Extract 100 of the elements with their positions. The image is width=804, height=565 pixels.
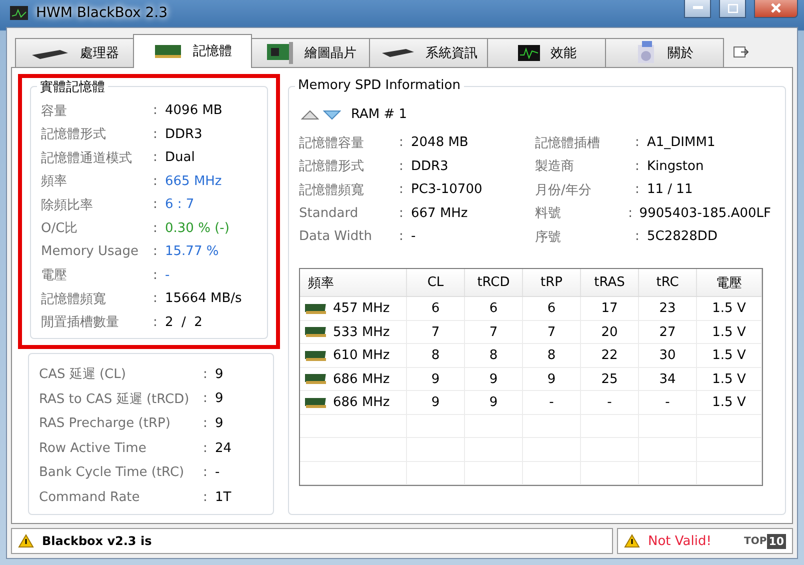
table-cell: 8 (523, 344, 581, 367)
colon: : (628, 206, 634, 221)
colon: : (399, 182, 404, 198)
field-label: Data Width (299, 229, 373, 244)
memory-module-icon (305, 350, 327, 362)
tab[interactable]: 處理器 (15, 38, 134, 68)
table-cell: 6 (465, 297, 523, 320)
table-cell: 23 (639, 297, 697, 320)
field-label: 製造商 (535, 158, 575, 176)
memory-module-icon (305, 396, 327, 409)
field-label: O/C比 (41, 220, 79, 238)
tab[interactable]: 關於 (605, 38, 724, 68)
colon: : (203, 416, 208, 432)
group-title: Memory SPD Information (295, 78, 464, 93)
group-title: 實體記憶體 (37, 78, 108, 96)
colon: : (635, 182, 640, 198)
field-value: 0.30 % (-) (165, 220, 230, 236)
table-cell: - (639, 391, 697, 414)
tab[interactable]: 記憶體 (133, 34, 252, 68)
table-cell: 22 (581, 344, 639, 367)
table-cell: 9 (407, 391, 465, 414)
table-cell: - (523, 391, 581, 414)
colon: : (635, 229, 640, 244)
field-label: 閒置插槽數量 (41, 314, 120, 332)
field-label: Command Rate (39, 490, 141, 506)
table-cell: 27 (639, 320, 697, 344)
field-label: 記憶體頻寬 (299, 182, 365, 199)
chip-icon (380, 46, 416, 59)
field-value: - (165, 268, 170, 283)
table-cell: 30 (639, 344, 697, 367)
colon: : (399, 135, 404, 150)
memory-module-icon (153, 43, 183, 60)
table-cell: 1.5 V (697, 391, 762, 414)
field-value: 667 MHz (411, 206, 468, 221)
field-label: 料號 (535, 205, 562, 222)
field-label: RAS to CAS 延遲 (tRCD) (39, 390, 190, 408)
table-cell: 686 MHz (333, 372, 390, 387)
table-cell: 7 (407, 320, 465, 344)
field-label: Row Active Time (39, 440, 148, 456)
next-icon[interactable] (323, 110, 341, 120)
table-cell: 8 (407, 344, 465, 367)
tab[interactable]: 系統資訊 (369, 38, 488, 68)
close-button[interactable] (754, 0, 798, 18)
colon: : (153, 244, 158, 260)
validity-status: Not Valid! (648, 534, 712, 548)
column-header: tRAS (581, 269, 639, 296)
field-value: Dual (165, 150, 195, 166)
field-value: 6 : 7 (165, 197, 194, 212)
status-message: Blackbox v2.3 is (42, 534, 152, 548)
memory-module-icon (305, 326, 327, 338)
colon: : (153, 150, 158, 166)
previous-icon[interactable] (301, 110, 319, 120)
field-value: 2048 MB (411, 135, 468, 150)
close-icon (771, 3, 781, 14)
field-value: 4096 MB (165, 103, 222, 118)
field-value: - (411, 229, 416, 244)
field-value: PC3-10700 (411, 182, 482, 198)
column-header: tRCD (465, 269, 523, 296)
column-header: tRP (523, 269, 581, 296)
table-cell: 1.5 V (697, 320, 762, 344)
field-label: 記憶體容量 (299, 134, 365, 152)
field-value: 15664 MB/s (165, 291, 242, 306)
memory-module-icon (305, 302, 327, 315)
field-value: 665 MHz (165, 174, 222, 189)
table-cell: - (581, 391, 639, 414)
top10-badge: TOP 10 (744, 534, 786, 548)
module-name: RAM # 1 (351, 107, 408, 122)
field-label: 月份/年分 (535, 182, 592, 199)
field-label: Bank Cycle Time (tRC) (39, 465, 186, 480)
field-value: 5C2828DD (647, 229, 718, 244)
colon: : (203, 366, 208, 382)
field-label: 頻率 (41, 173, 68, 190)
monitor-icon (516, 44, 540, 62)
colon: : (399, 229, 404, 244)
scroll-tabs-icon[interactable] (733, 44, 749, 60)
warning-icon (18, 534, 34, 548)
colon: : (153, 314, 158, 330)
field-label: 除頻比率 (41, 196, 94, 214)
field-value: 9905403-185.A00LF (639, 206, 771, 221)
field-label: 記憶體形式 (41, 126, 107, 144)
window-title: HWM BlackBox 2.3 (36, 5, 168, 22)
colon: : (153, 291, 158, 306)
field-value: 24 (215, 440, 232, 456)
minimize-icon (692, 6, 702, 10)
table-cell: 1.5 V (697, 297, 762, 320)
field-value: - (215, 465, 220, 480)
colon: : (203, 391, 208, 406)
colon: : (203, 490, 208, 506)
tab[interactable]: 效能 (487, 38, 606, 68)
table-cell: 9 (523, 368, 581, 390)
maximize-button[interactable] (719, 0, 746, 18)
field-value: Kingston (647, 158, 704, 174)
field-label: 記憶體形式 (299, 158, 365, 176)
field-label: 電壓 (41, 267, 68, 284)
field-value: A1_DIMM1 (647, 135, 716, 150)
field-label: 記憶體插槽 (535, 134, 601, 152)
minimize-button[interactable] (684, 0, 711, 18)
field-value: 9 (215, 391, 224, 406)
field-label: RAS Precharge (tRP) (39, 416, 172, 432)
tab[interactable]: 繪圖晶片 (251, 38, 370, 68)
